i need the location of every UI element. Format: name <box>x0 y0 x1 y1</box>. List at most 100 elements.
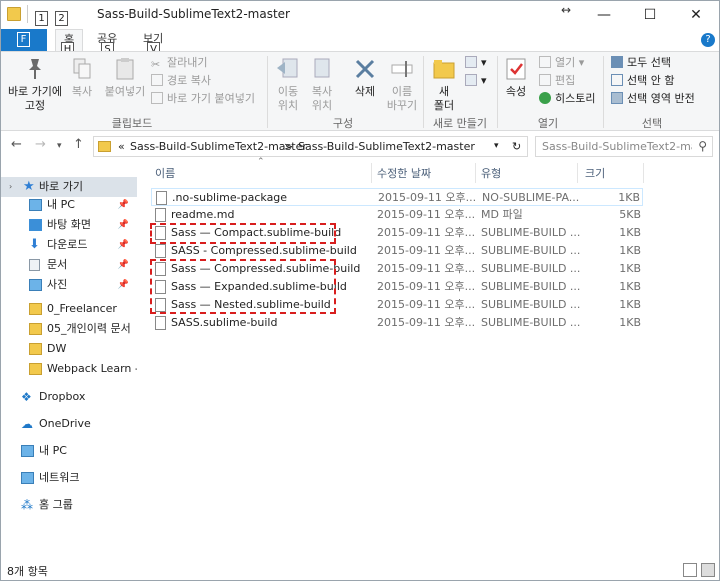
nav-item-pictures[interactable]: 사진 📌 <box>1 275 137 295</box>
tab-file[interactable]: F <box>1 29 47 51</box>
help-icon[interactable]: ? <box>701 33 715 47</box>
nav-item-onedrive[interactable]: ☁ OneDrive <box>1 414 137 434</box>
list-item[interactable]: SASS.sublime-build 2015-09-11 오후... SUBL… <box>151 314 643 332</box>
pin-icon[interactable]: 📌 <box>118 255 129 275</box>
list-item[interactable]: readme.md 2015-09-11 오후... MD 파일 5KB <box>151 206 643 224</box>
search-icon: ⚲ <box>698 139 707 153</box>
nav-item-dropbox[interactable]: ❖ Dropbox <box>1 387 137 407</box>
cut-button[interactable]: ✂ 잘라내기 <box>151 55 207 71</box>
copy-path-button[interactable]: 경로 복사 <box>151 73 211 89</box>
rename-button[interactable]: 이름 바꾸기 <box>385 56 419 113</box>
file-type: MD 파일 <box>481 208 523 221</box>
minimize-button[interactable]: — <box>581 1 627 29</box>
ribbon: 바로 가기에 고정 복사 붙여넣기 ✂ 잘라내기 경로 복사 바로 가기 붙여넣기… <box>1 51 719 131</box>
edit-button[interactable]: 편집 <box>539 73 575 89</box>
column-divider[interactable] <box>643 163 644 183</box>
copy-to-icon <box>314 58 330 78</box>
column-name[interactable]: 이름 <box>155 165 175 181</box>
group-separator <box>423 56 424 128</box>
nav-label: Webpack Learn - 특 <box>47 362 137 375</box>
details-view-icon[interactable] <box>683 563 697 577</box>
search-input[interactable]: Sass-Build-SublimeText2-ma... <box>542 140 692 153</box>
list-item[interactable]: .no-sublime-package 2015-09-11 오후... NO-… <box>151 188 643 206</box>
edit-label: 편집 <box>555 74 576 87</box>
select-all-button[interactable]: 모두 선택 <box>611 55 671 71</box>
column-size[interactable]: 크기 <box>585 165 605 181</box>
copy-to-button[interactable]: 복사 위치 <box>307 56 337 113</box>
nav-item-folder-freelancer[interactable]: 0_Freelancer <box>1 299 137 319</box>
up-arrow-icon[interactable]: ↑ <box>73 137 84 152</box>
select-all-icon <box>611 56 623 68</box>
pin-icon[interactable]: 📌 <box>118 215 129 235</box>
nav-item-homegroup[interactable]: ⁂ 홈 그룹 <box>1 495 137 515</box>
nav-item-desktop[interactable]: 바탕 화면 📌 <box>1 215 137 235</box>
breadcrumb-separator[interactable]: > <box>284 140 293 153</box>
breadcrumb-2[interactable]: Sass-Build-SublimeText2-master <box>298 140 475 153</box>
nav-item-pc[interactable]: 내 PC 📌 <box>1 195 137 215</box>
address-overflow[interactable]: « <box>118 140 125 153</box>
column-divider[interactable] <box>371 163 372 183</box>
column-type[interactable]: 유형 <box>481 165 501 181</box>
new-folder-button[interactable]: 새 폴더 <box>429 56 459 113</box>
copy-button[interactable]: 복사 <box>67 56 97 99</box>
open-icon <box>539 56 551 68</box>
nav-item-downloads[interactable]: ⬇ 다운로드 📌 <box>1 235 137 255</box>
folder-icon <box>29 343 42 355</box>
paste-button[interactable]: 붙여넣기 <box>101 56 149 99</box>
refresh-icon[interactable]: ↻ <box>512 140 521 153</box>
nav-item-quick-access[interactable]: › ★ 바로 가기 <box>1 177 137 197</box>
search-box[interactable]: Sass-Build-SublimeText2-ma... ⚲ <box>535 136 713 157</box>
back-arrow-icon[interactable]: ← <box>11 137 22 152</box>
paste-label: 붙여넣기 <box>104 85 146 98</box>
close-button[interactable]: ✕ <box>673 1 719 29</box>
pin-icon[interactable]: 📌 <box>118 275 129 295</box>
file-icon <box>155 244 166 258</box>
history-button[interactable]: 히스토리 <box>539 91 595 107</box>
delete-button[interactable]: 삭제 <box>347 56 383 99</box>
invert-selection-button[interactable]: 선택 영역 반전 <box>611 91 695 107</box>
file-icon <box>155 208 166 222</box>
breadcrumb-1[interactable]: Sass-Build-SublimeText2-master <box>130 140 307 153</box>
invert-selection-icon <box>611 92 623 104</box>
computer-icon <box>21 445 34 457</box>
pictures-icon <box>29 279 42 291</box>
forward-arrow-icon[interactable]: → <box>35 137 46 152</box>
move-to-label: 이동 위치 <box>277 85 299 112</box>
easy-access-button[interactable]: ▾ <box>465 73 487 89</box>
nav-item-network[interactable]: 네트워크 <box>1 468 137 488</box>
nav-label: OneDrive <box>39 417 91 430</box>
pin-icon[interactable]: 📌 <box>118 235 129 255</box>
open-button[interactable]: 열기 ▾ <box>539 55 584 71</box>
nav-item-folder-dw[interactable]: DW <box>1 339 137 359</box>
move-to-button[interactable]: 이동 위치 <box>273 56 303 113</box>
column-divider[interactable] <box>475 163 476 183</box>
column-divider[interactable] <box>577 163 578 183</box>
file-size: 1KB <box>619 280 641 293</box>
large-icons-view-icon[interactable] <box>701 563 715 577</box>
new-item-button[interactable]: ▾ <box>465 55 487 71</box>
pin-icon[interactable]: 📌 <box>118 195 129 215</box>
group-separator <box>497 56 498 128</box>
nav-item-folder-resume[interactable]: 05_개인이력 문서 <box>1 319 137 339</box>
navigation-pane: › ★ 바로 가기 내 PC 📌 바탕 화면 📌 ⬇ 다운로드 📌 문서 📌 사… <box>1 171 141 551</box>
select-none-button[interactable]: 선택 안 함 <box>611 73 674 89</box>
pin-quick-access-button[interactable]: 바로 가기에 고정 <box>5 56 65 113</box>
address-dropdown-icon[interactable]: ▾ <box>494 141 499 151</box>
file-type: SUBLIME-BUILD ... <box>481 316 581 329</box>
scissors-icon: ✂ <box>151 58 161 71</box>
history-label: 히스토리 <box>555 92 596 105</box>
paste-shortcut-button[interactable]: 바로 가기 붙여넣기 <box>151 91 255 107</box>
nav-item-folder-webpack[interactable]: Webpack Learn - 특 <box>1 359 137 379</box>
file-date: 2015-09-11 오후... <box>377 244 476 257</box>
copy-to-label: 복사 위치 <box>311 85 333 112</box>
properties-button[interactable]: 속성 <box>501 56 531 99</box>
maximize-button[interactable]: ☐ <box>627 1 673 29</box>
folder-icon[interactable] <box>7 7 21 21</box>
nav-item-documents[interactable]: 문서 📌 <box>1 255 137 275</box>
column-date[interactable]: 수정한 날짜 <box>377 165 431 181</box>
path-icon <box>151 74 163 86</box>
address-bar[interactable]: « Sass-Build-SublimeText2-master > Sass-… <box>93 136 528 157</box>
list-item[interactable]: SASS - Compressed.sublime-build 2015-09-… <box>151 242 643 260</box>
recent-chevron-icon[interactable]: ▾ <box>57 141 62 151</box>
nav-item-this-pc[interactable]: 내 PC <box>1 441 137 461</box>
